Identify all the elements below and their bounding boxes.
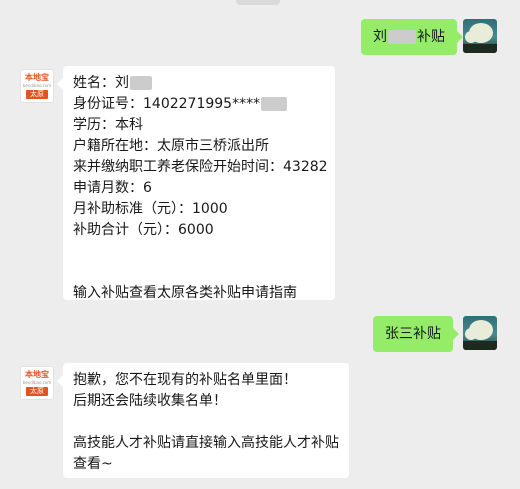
self-avatar[interactable] bbox=[463, 316, 497, 350]
message-line: 补助合计（元）：6000 bbox=[73, 222, 214, 238]
message-line: 户籍所在地：太原市三桥派出所 bbox=[73, 138, 269, 154]
redaction-mask bbox=[261, 97, 288, 111]
tree-canopy bbox=[465, 31, 477, 43]
avatar-brand: 本地宝 bbox=[25, 73, 49, 82]
bot-avatar[interactable]: 本地宝 bendibao.com 太原 bbox=[20, 366, 54, 400]
message-footer-line: 查看~ bbox=[73, 456, 113, 472]
outgoing-message-bubble[interactable]: 刘 补贴 bbox=[361, 19, 463, 55]
outgoing-message-bubble[interactable]: 张三补贴 bbox=[373, 316, 459, 352]
message-text: 刘 bbox=[373, 29, 387, 45]
message-footer: 输入补贴查看太原各类补贴申请指南 bbox=[73, 285, 297, 301]
ground bbox=[463, 44, 497, 53]
message-line: 来并缴纳职工养老保险开始时间：43282 bbox=[73, 159, 328, 175]
message-text-suffix: 补贴 bbox=[417, 29, 445, 45]
avatar-city: 太原 bbox=[26, 387, 48, 396]
self-avatar[interactable] bbox=[463, 19, 497, 53]
message-footer-line: 高技能人才补贴请直接输入高技能人才补贴 bbox=[73, 435, 339, 451]
avatar-city: 太原 bbox=[26, 90, 48, 99]
message-line: 月补助标准（元）：1000 bbox=[73, 201, 228, 217]
avatar-site: bendibao.com bbox=[22, 380, 52, 385]
redaction-mask bbox=[388, 30, 416, 44]
tree-canopy bbox=[465, 328, 477, 340]
incoming-message-bubble[interactable]: 姓名：刘 身份证号：1402271995**** 学历：本科 户籍所在地：太原市… bbox=[57, 66, 335, 301]
message-line: 抱歉，您不在现有的补贴名单里面！ bbox=[73, 372, 297, 388]
message-line: 申请月数：6 bbox=[73, 180, 152, 196]
timestamp-pill bbox=[236, 0, 280, 5]
message-line: 身份证号：1402271995**** bbox=[73, 94, 325, 115]
message-line: 后期还会陆续收集名单！ bbox=[73, 393, 227, 409]
avatar-site: bendibao.com bbox=[22, 83, 52, 88]
redaction-mask bbox=[130, 76, 152, 90]
message-text: 张三补贴 bbox=[385, 326, 441, 342]
message-line: 学历：本科 bbox=[73, 117, 143, 133]
message-line: 姓名：刘 bbox=[73, 73, 325, 94]
bot-avatar[interactable]: 本地宝 bendibao.com 太原 bbox=[20, 69, 54, 103]
incoming-message-bubble[interactable]: 抱歉，您不在现有的补贴名单里面！ 后期还会陆续收集名单！ 高技能人才补贴请直接输… bbox=[57, 363, 349, 478]
ground bbox=[463, 341, 497, 350]
avatar-brand: 本地宝 bbox=[25, 370, 49, 379]
